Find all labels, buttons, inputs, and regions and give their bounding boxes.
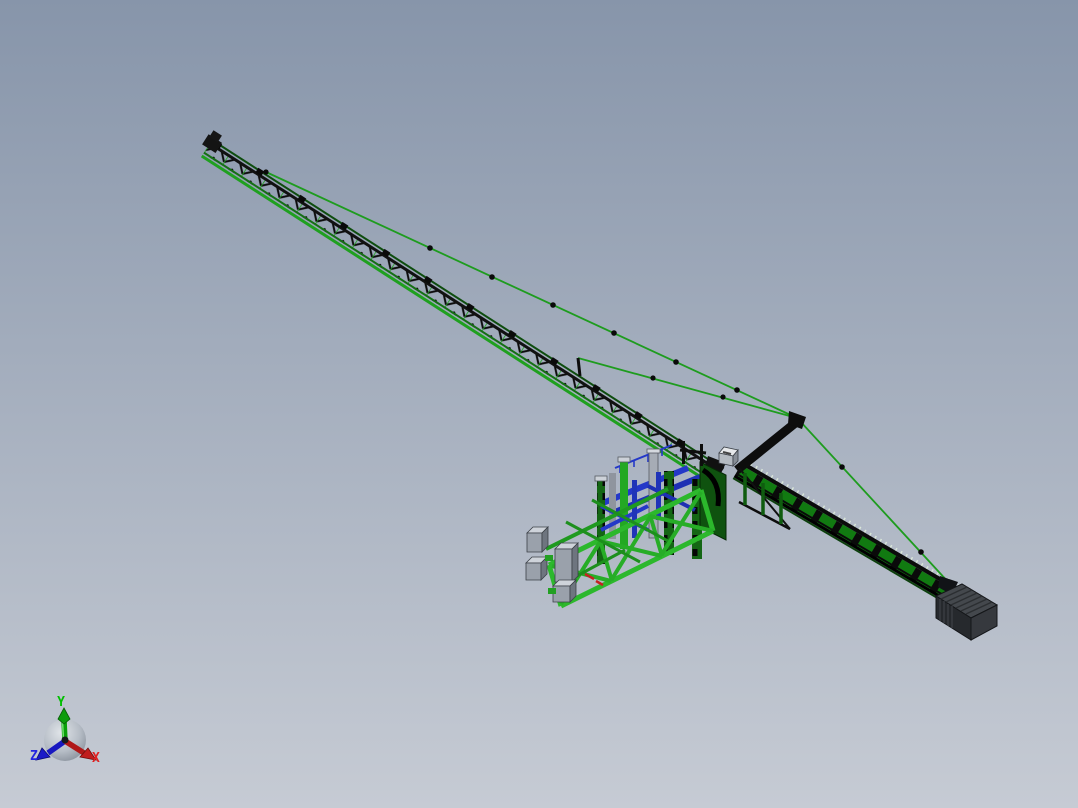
blue-post xyxy=(632,480,637,538)
cable-pin xyxy=(918,549,924,555)
cad-viewport-window: Y Z X xyxy=(0,0,1078,808)
column-cap xyxy=(594,475,608,482)
slab-front xyxy=(525,562,542,581)
mast-post xyxy=(682,441,685,464)
slab-side xyxy=(571,542,579,583)
x-axis-label: X xyxy=(92,751,100,766)
hoist-machinery-box[interactable] xyxy=(718,446,739,467)
cable-pin xyxy=(839,464,845,470)
cable-pin xyxy=(550,302,556,308)
slab-front xyxy=(526,532,543,553)
steel-plate xyxy=(609,473,616,539)
cable-pin xyxy=(734,387,740,393)
column-cap xyxy=(617,456,631,463)
cable-pin xyxy=(427,245,433,251)
mast-post xyxy=(700,444,703,466)
cable-pin xyxy=(650,375,656,381)
cable-pin xyxy=(263,169,269,175)
slab-front xyxy=(554,548,573,583)
cable-pin xyxy=(611,330,617,336)
cable-pin xyxy=(720,394,726,400)
origin-nub xyxy=(61,736,69,744)
y-axis-label: Y xyxy=(57,695,65,710)
green-column xyxy=(620,461,628,549)
slab-mount xyxy=(548,588,556,594)
tie-anchor-post xyxy=(576,357,582,377)
viewport-background[interactable] xyxy=(0,0,1078,808)
slab-mount xyxy=(545,555,553,561)
cable-pin xyxy=(489,274,495,280)
column-cap xyxy=(646,448,661,454)
z-axis-label: Z xyxy=(30,749,38,764)
viewport-3d[interactable]: Y Z X xyxy=(0,0,1078,808)
cable-pin xyxy=(673,359,679,365)
